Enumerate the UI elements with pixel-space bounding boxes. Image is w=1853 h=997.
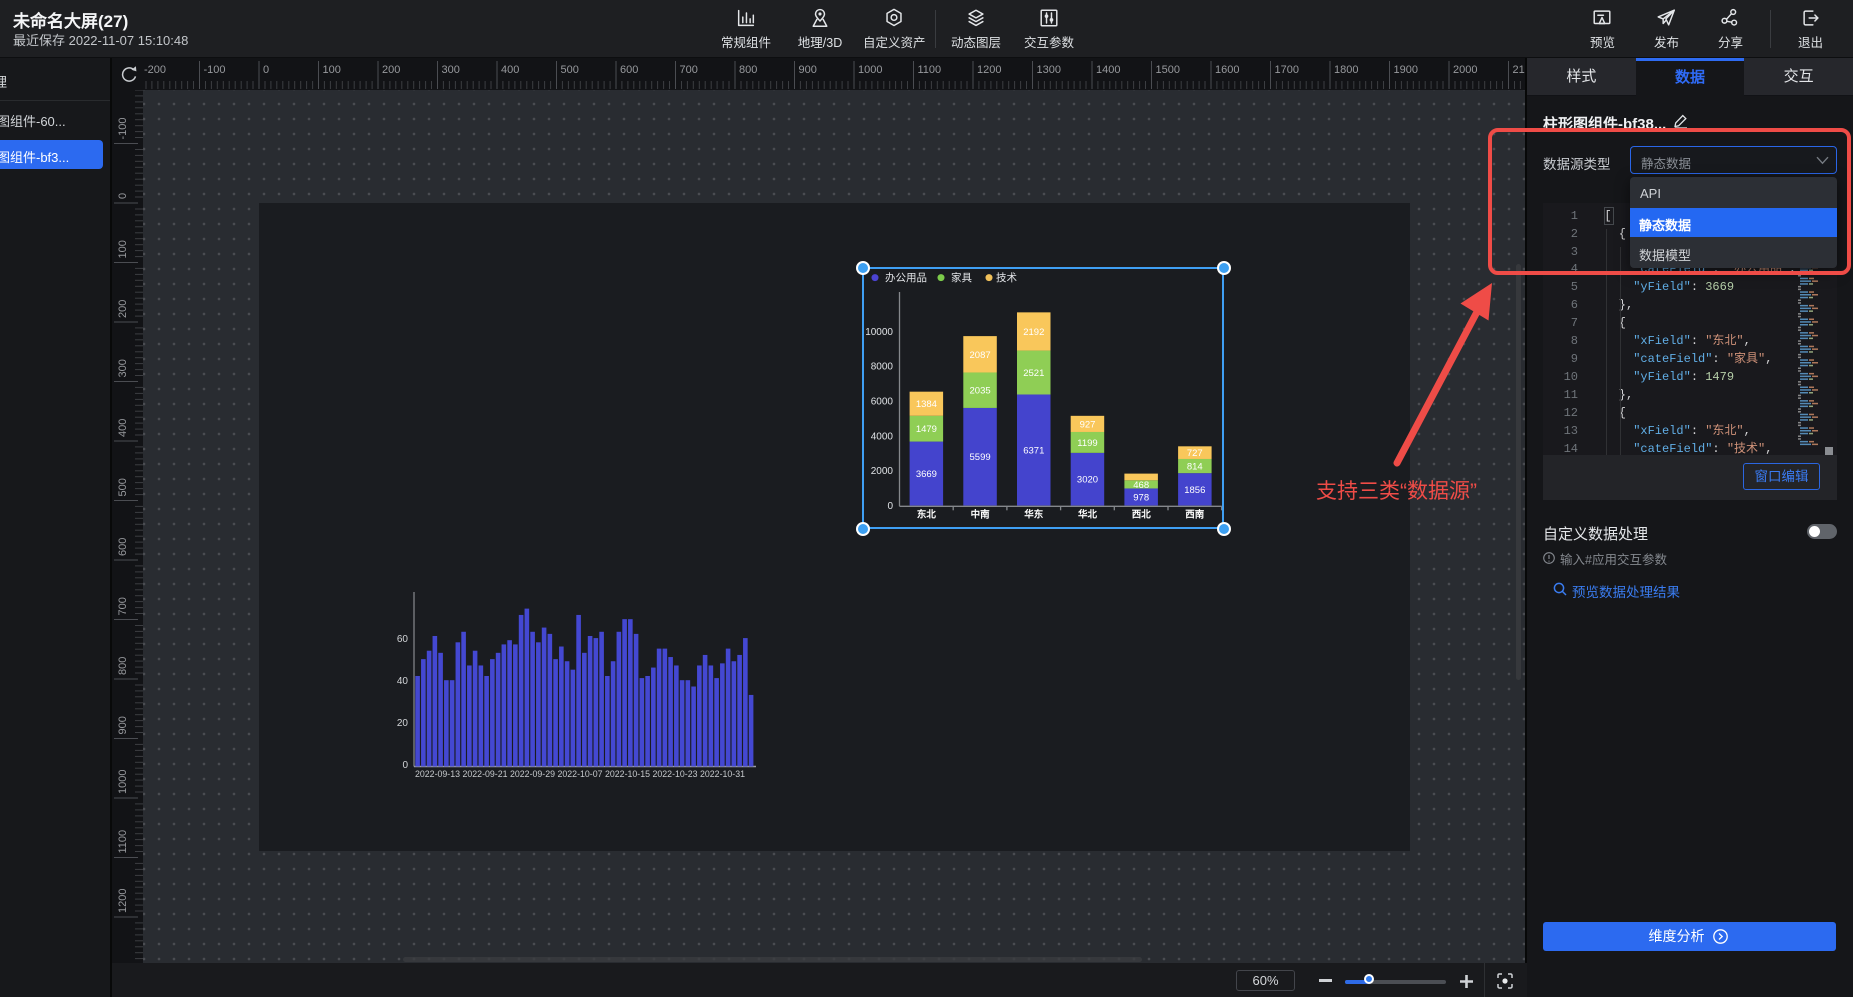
svg-text:2022-10-07: 2022-10-07 <box>558 769 603 779</box>
svg-text:900: 900 <box>117 716 129 734</box>
svg-text:400: 400 <box>117 419 129 437</box>
svg-text:2022-09-21: 2022-09-21 <box>463 769 508 779</box>
svg-text:2022-10-31: 2022-10-31 <box>700 769 745 779</box>
svg-text:900: 900 <box>799 64 817 76</box>
svg-text:-200: -200 <box>144 64 166 76</box>
svg-text:300: 300 <box>117 359 129 377</box>
svg-text:2022-09-13: 2022-09-13 <box>415 769 460 779</box>
svg-text:2022-09-29: 2022-09-29 <box>510 769 555 779</box>
svg-text:2022-10-15: 2022-10-15 <box>605 769 650 779</box>
svg-text:1400: 1400 <box>1096 64 1120 76</box>
svg-text:0: 0 <box>402 760 408 771</box>
svg-text:1000: 1000 <box>858 64 882 76</box>
svg-text:700: 700 <box>680 64 698 76</box>
svg-text:0: 0 <box>117 193 129 199</box>
svg-text:200: 200 <box>382 64 400 76</box>
svg-text:800: 800 <box>117 657 129 675</box>
svg-text:100: 100 <box>117 240 129 258</box>
svg-text:400: 400 <box>501 64 519 76</box>
svg-text:500: 500 <box>561 64 579 76</box>
svg-text:700: 700 <box>117 597 129 615</box>
svg-text:600: 600 <box>620 64 638 76</box>
svg-text:40: 40 <box>397 676 409 687</box>
svg-text:200: 200 <box>117 300 129 318</box>
svg-text:1700: 1700 <box>1275 64 1299 76</box>
svg-text:1000: 1000 <box>117 770 129 794</box>
svg-text:1100: 1100 <box>117 830 129 854</box>
svg-text:1800: 1800 <box>1334 64 1358 76</box>
svg-text:0: 0 <box>263 64 269 76</box>
svg-text:2000: 2000 <box>1453 64 1477 76</box>
svg-text:1900: 1900 <box>1394 64 1418 76</box>
svg-text:1300: 1300 <box>1037 64 1061 76</box>
svg-text:1500: 1500 <box>1156 64 1180 76</box>
svg-text:500: 500 <box>117 478 129 496</box>
svg-text:300: 300 <box>442 64 460 76</box>
svg-text:20: 20 <box>397 718 409 729</box>
svg-text:1200: 1200 <box>117 889 129 913</box>
svg-text:-100: -100 <box>117 117 129 139</box>
svg-text:1600: 1600 <box>1215 64 1239 76</box>
svg-text:2022-10-23: 2022-10-23 <box>653 769 698 779</box>
svg-text:800: 800 <box>739 64 757 76</box>
svg-text:-100: -100 <box>204 64 226 76</box>
svg-text:60: 60 <box>397 634 409 645</box>
svg-text:600: 600 <box>117 538 129 556</box>
svg-text:1200: 1200 <box>977 64 1001 76</box>
svg-text:1100: 1100 <box>918 64 942 76</box>
svg-text:100: 100 <box>323 64 341 76</box>
